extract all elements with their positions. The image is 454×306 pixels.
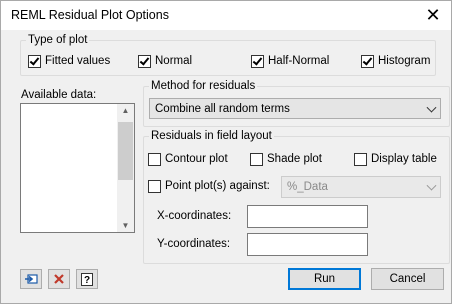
method-select-value: Combine all random terms [155,102,290,115]
point-plots-checkbox[interactable]: Point plot(s) against: [148,178,270,194]
display-table-label: Display table [371,153,437,165]
available-data-label: Available data: [21,89,97,101]
dialog-window: REML Residual Plot Options ✕ Type of plo… [0,0,452,304]
point-plots-select[interactable]: %_Data [281,176,441,198]
histogram-label: Histogram [378,55,431,67]
scroll-up-icon[interactable]: ▲ [117,106,134,115]
fitted-values-checkbox-box[interactable] [28,54,41,68]
chevron-down-icon [426,102,437,113]
shade-plot-checkbox[interactable]: Shade plot [250,151,322,167]
svg-text:?: ? [84,275,90,286]
help-button[interactable]: ? [76,269,98,289]
normal-checkbox-box[interactable] [138,54,151,68]
available-data-scrollbar[interactable]: ▲ ▼ [117,104,134,232]
display-table-checkbox-box[interactable] [354,152,367,166]
shade-plot-label: Shade plot [267,153,322,165]
shade-plot-checkbox-box[interactable] [250,152,263,166]
x-coordinates-label: X-coordinates: [157,210,232,222]
run-button[interactable]: Run [288,268,361,290]
available-data-list[interactable]: ▲ ▼ [20,103,135,233]
x-coordinates-input[interactable] [247,205,368,228]
contour-plot-checkbox[interactable]: Contour plot [148,151,228,167]
display-table-checkbox[interactable]: Display table [354,151,437,167]
histogram-checkbox[interactable]: Histogram [361,53,430,69]
point-plots-label: Point plot(s) against: [165,180,270,192]
fitted-values-label: Fitted values [45,55,111,67]
close-button[interactable]: ✕ [423,5,443,25]
help-icon: ? [81,272,93,286]
clear-icon [54,274,64,284]
title-bar: REML Residual Plot Options ✕ [1,1,451,30]
fitted-values-checkbox[interactable]: Fitted values [28,53,110,69]
histogram-checkbox-box[interactable] [361,54,374,68]
contour-plot-checkbox-box[interactable] [148,152,161,166]
field-layout-legend: Residuals in field layout [151,130,272,142]
clear-button[interactable] [48,269,70,289]
type-of-plot-legend: Type of plot [28,34,88,46]
half-normal-label: Half-Normal [268,55,330,67]
normal-checkbox[interactable]: Normal [138,53,192,69]
cancel-button[interactable]: Cancel [371,268,444,290]
pin-icon [25,274,38,284]
scroll-thumb[interactable] [118,122,133,180]
window-title: REML Residual Plot Options [11,8,169,22]
method-select[interactable]: Combine all random terms [149,98,441,119]
method-legend: Method for residuals [151,80,256,92]
y-coordinates-label: Y-coordinates: [157,238,231,250]
point-plots-select-value: %_Data [287,181,328,193]
half-normal-checkbox[interactable]: Half-Normal [251,53,329,69]
normal-label: Normal [155,55,193,67]
contour-plot-label: Contour plot [165,153,228,165]
half-normal-checkbox-box[interactable] [251,54,264,68]
scroll-down-icon[interactable]: ▼ [117,221,134,230]
chevron-down-icon [426,180,437,191]
pin-button[interactable] [20,269,42,289]
point-plots-checkbox-box[interactable] [148,179,161,193]
y-coordinates-input[interactable] [247,233,368,256]
